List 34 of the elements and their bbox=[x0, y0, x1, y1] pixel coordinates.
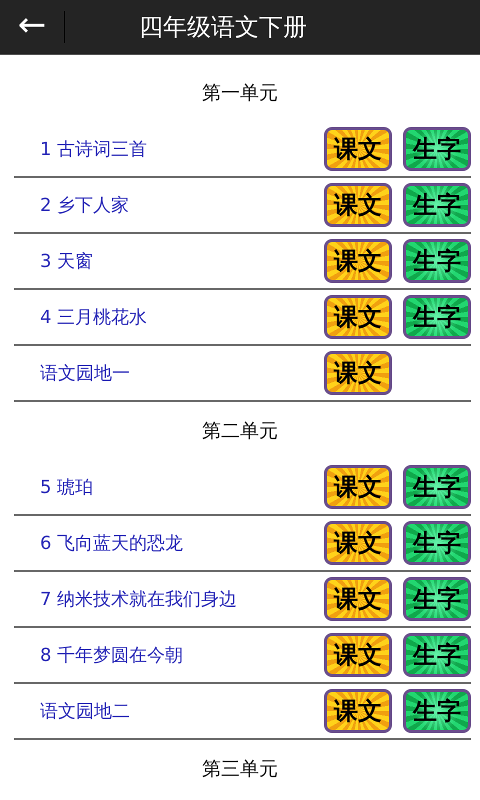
text-button[interactable]: 课文 bbox=[324, 689, 392, 733]
text-button[interactable]: 课文 bbox=[324, 183, 392, 227]
text-button[interactable]: 课文 bbox=[324, 127, 392, 171]
unit-heading: 第一单元 bbox=[201, 80, 279, 106]
lesson-title[interactable]: 8 千年梦圆在今朝 bbox=[14, 643, 184, 667]
characters-button[interactable]: 生字 bbox=[403, 689, 471, 733]
lesson-title[interactable]: 2 乡下人家 bbox=[14, 193, 130, 217]
text-button[interactable]: 课文 bbox=[324, 521, 392, 565]
lesson-title[interactable]: 4 三月桃花水 bbox=[14, 305, 148, 329]
text-button[interactable]: 课文 bbox=[324, 577, 392, 621]
text-button[interactable]: 课文 bbox=[324, 465, 392, 509]
unit-heading: 第二单元 bbox=[201, 419, 279, 444]
characters-button[interactable]: 生字 bbox=[403, 295, 471, 339]
unit-heading: 第三单元 bbox=[201, 757, 279, 782]
text-button[interactable]: 课文 bbox=[324, 633, 392, 677]
lesson-title[interactable]: 3 天窗 bbox=[14, 249, 94, 273]
lesson-title[interactable]: 语文园地一 bbox=[14, 361, 130, 385]
text-button[interactable]: 课文 bbox=[324, 351, 392, 395]
characters-button[interactable]: 生字 bbox=[403, 239, 471, 283]
characters-button[interactable]: 生字 bbox=[403, 465, 471, 509]
text-button[interactable]: 课文 bbox=[324, 295, 392, 339]
characters-button[interactable]: 生字 bbox=[403, 127, 471, 171]
lesson-title[interactable]: 7 纳米技术就在我们身边 bbox=[14, 587, 238, 611]
characters-button[interactable]: 生字 bbox=[403, 577, 471, 621]
lesson-title[interactable]: 6 飞向蓝天的恐龙 bbox=[14, 531, 184, 555]
lesson-title[interactable]: 5 琥珀 bbox=[14, 475, 94, 499]
lesson-title[interactable]: 语文园地二 bbox=[14, 699, 130, 723]
lesson-title[interactable]: 1 古诗词三首 bbox=[14, 137, 148, 161]
back-button[interactable]: ← bbox=[0, 8, 64, 46]
page-title: 四年级语文下册 bbox=[139, 12, 307, 43]
characters-button[interactable]: 生字 bbox=[403, 521, 471, 565]
text-button[interactable]: 课文 bbox=[324, 239, 392, 283]
characters-button[interactable]: 生字 bbox=[403, 633, 471, 677]
characters-button[interactable]: 生字 bbox=[403, 183, 471, 227]
